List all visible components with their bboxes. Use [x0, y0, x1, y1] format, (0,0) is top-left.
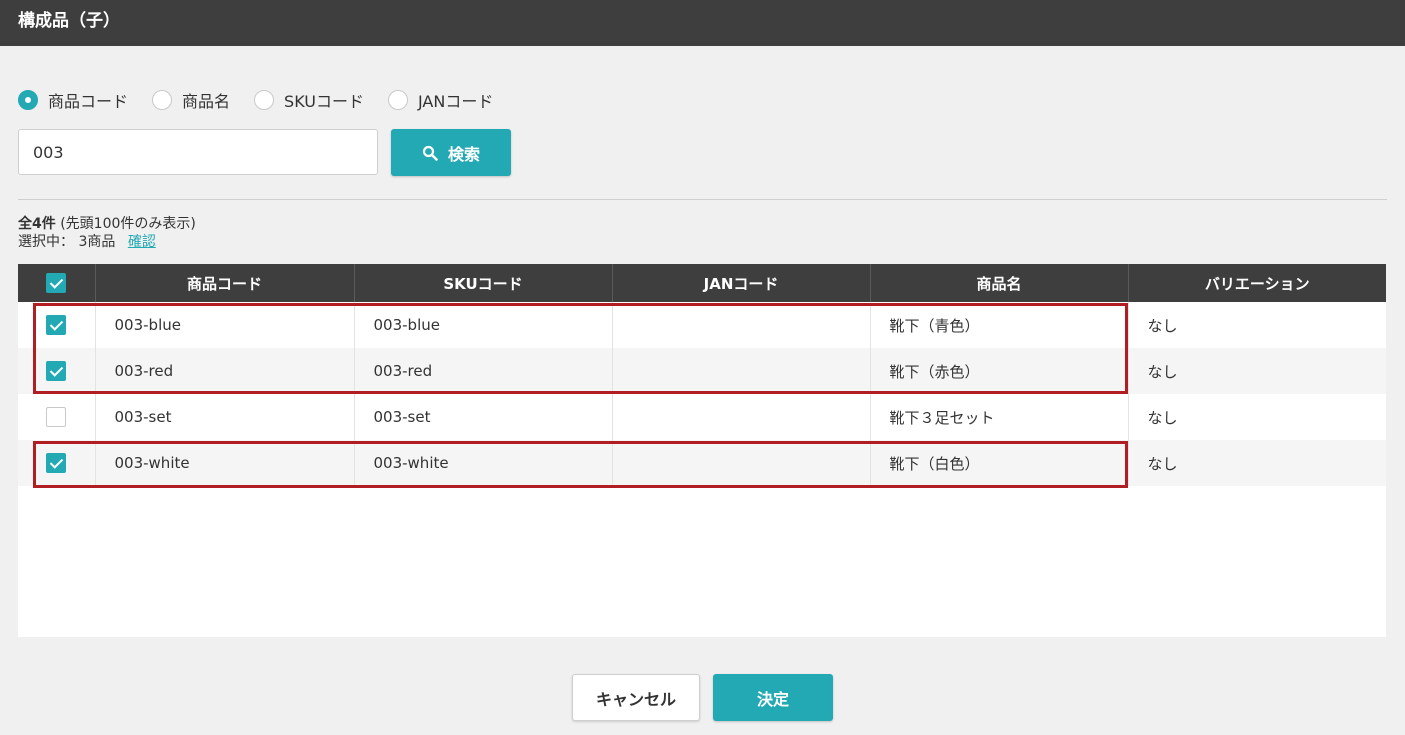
radio-product-name[interactable]: 商品名: [152, 88, 230, 112]
search-type-radio-group: 商品コード 商品名 SKUコード JANコード: [18, 88, 517, 112]
row-checkbox[interactable]: [46, 361, 67, 381]
cell-jan-code: [611, 394, 870, 440]
table-row[interactable]: 003-red 003-red 靴下（赤色） なし: [18, 348, 1386, 394]
search-button[interactable]: 検索: [391, 129, 511, 176]
cell-variation: なし: [1127, 394, 1386, 440]
divider: [18, 199, 1387, 200]
row-checkbox[interactable]: [46, 315, 67, 335]
column-header-jan-code[interactable]: JANコード: [611, 264, 870, 302]
row-checkbox-cell: [18, 440, 95, 486]
cell-product-name: 靴下（青色）: [869, 302, 1128, 348]
select-all-checkbox[interactable]: [46, 273, 67, 293]
cell-variation: なし: [1127, 348, 1386, 394]
cell-sku-code: 003-set: [353, 394, 612, 440]
cell-jan-code: [611, 440, 870, 486]
row-checkbox-cell: [18, 394, 95, 440]
radio-circle[interactable]: [387, 90, 408, 110]
results-table-container: 商品コード SKUコード JANコード 商品名 バリエーション 003-blue…: [18, 264, 1386, 637]
table-row[interactable]: 003-white 003-white 靴下（白色） なし: [18, 440, 1386, 486]
search-input[interactable]: [18, 129, 378, 175]
cancel-button[interactable]: キャンセル: [572, 674, 700, 721]
column-header-product-name[interactable]: 商品名: [869, 264, 1128, 302]
cell-product-code: 003-set: [94, 394, 354, 440]
search-button-label: 検索: [447, 144, 480, 164]
cell-product-code: 003-white: [94, 440, 354, 486]
radio-circle[interactable]: [152, 90, 173, 110]
cell-sku-code: 003-red: [353, 348, 612, 394]
total-count: 全4件: [18, 216, 56, 232]
select-all-cell: [18, 264, 95, 302]
dialog-header: 構成品（子）: [0, 0, 1405, 46]
cell-jan-code: [611, 302, 870, 348]
radio-circle[interactable]: [18, 90, 38, 110]
radio-label: 商品コード: [48, 92, 129, 111]
cell-sku-code: 003-blue: [353, 302, 612, 348]
total-note: (先頭100件のみ表示): [60, 216, 196, 232]
cell-product-name: 靴下（赤色）: [869, 348, 1128, 394]
table-row[interactable]: 003-blue 003-blue 靴下（青色） なし: [18, 302, 1386, 348]
row-checkbox[interactable]: [46, 407, 67, 427]
table-header-row: 商品コード SKUコード JANコード 商品名 バリエーション: [18, 264, 1386, 302]
dialog-title: 構成品（子）: [18, 11, 120, 31]
selected-prefix: 選択中：: [18, 234, 74, 250]
radio-circle[interactable]: [254, 90, 275, 110]
column-header-sku-code[interactable]: SKUコード: [353, 264, 612, 302]
cell-sku-code: 003-white: [353, 440, 612, 486]
radio-label: JANコード: [417, 92, 494, 111]
cell-product-name: 靴下３足セット: [869, 394, 1128, 440]
row-checkbox-cell: [18, 302, 95, 348]
cell-variation: なし: [1127, 440, 1386, 486]
radio-sku-code[interactable]: SKUコード: [254, 88, 364, 112]
cell-jan-code: [611, 348, 870, 394]
table-row[interactable]: 003-set 003-set 靴下３足セット なし: [18, 394, 1386, 440]
radio-label: 商品名: [182, 92, 231, 111]
row-checkbox[interactable]: [46, 453, 67, 473]
cell-product-code: 003-red: [94, 348, 354, 394]
row-checkbox-cell: [18, 348, 95, 394]
cell-product-code: 003-blue: [94, 302, 354, 348]
result-summary: 全4件 (先頭100件のみ表示) 選択中： 3商品 確認: [18, 215, 196, 251]
radio-product-code[interactable]: 商品コード: [18, 88, 128, 112]
radio-label: SKUコード: [284, 92, 364, 111]
confirm-link[interactable]: 確認: [128, 234, 156, 250]
cell-product-name: 靴下（白色）: [869, 440, 1128, 486]
search-icon: [422, 145, 438, 161]
column-header-variation[interactable]: バリエーション: [1127, 264, 1386, 302]
confirm-button[interactable]: 決定: [713, 674, 833, 721]
selected-count: 3商品: [78, 234, 116, 250]
radio-jan-code[interactable]: JANコード: [387, 88, 494, 112]
results-table: 商品コード SKUコード JANコード 商品名 バリエーション 003-blue…: [18, 264, 1386, 486]
cell-variation: なし: [1127, 302, 1386, 348]
column-header-product-code[interactable]: 商品コード: [94, 264, 354, 302]
